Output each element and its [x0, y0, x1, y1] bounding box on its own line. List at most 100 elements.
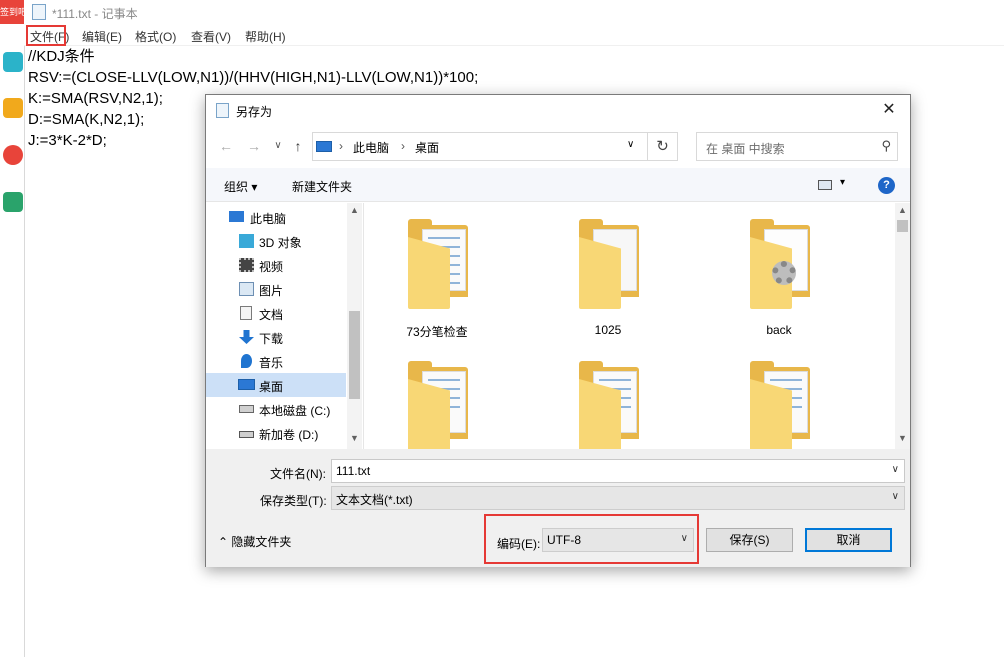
- tree-item-pictures[interactable]: 图片: [206, 277, 346, 301]
- filename-input[interactable]: 111.txt ∨: [331, 459, 905, 483]
- hide-folders-toggle[interactable]: ⌃ 隐藏文件夹: [218, 533, 291, 550]
- tree-item-desktop[interactable]: 桌面: [206, 373, 346, 397]
- save-as-dialog: 另存为 ✕ ← → ∨ ↑ › 此电脑 › 桌面 ∨ ↻ 在 桌面 中搜索 ⚲ …: [205, 94, 911, 567]
- notepad-menubar: 文件(F) 编辑(E) 格式(O) 查看(V) 帮助(H): [24, 24, 1004, 46]
- tree-item-videos[interactable]: 视频: [206, 253, 346, 277]
- help-icon[interactable]: ?: [878, 177, 895, 194]
- tree-scrollbar[interactable]: ▲ ▼: [347, 203, 362, 449]
- scroll-up-icon[interactable]: ▲: [347, 205, 362, 215]
- search-icon[interactable]: ⚲: [881, 138, 891, 154]
- tree-item-label: 下载: [259, 332, 284, 346]
- recent-dropdown-icon[interactable]: ∨: [268, 136, 288, 156]
- folder-item[interactable]: 73分笔检查: [382, 213, 492, 353]
- picture-icon: [239, 282, 254, 296]
- tree-item-label: 本地磁盘 (C:): [259, 404, 331, 418]
- view-mode-icon[interactable]: [818, 180, 832, 190]
- view-dropdown-icon[interactable]: ▾: [840, 177, 845, 188]
- folder-name: 73分笔检查: [406, 325, 468, 339]
- sign-in-badge[interactable]: 签到吧: [0, 0, 24, 24]
- desktop-icon: [238, 379, 255, 390]
- notepad-title: *111.txt - 记事本: [52, 7, 138, 21]
- mail-icon[interactable]: [3, 192, 23, 212]
- folder-icon: [750, 379, 792, 451]
- folder-icon: [408, 237, 450, 309]
- tree-item-label: 图片: [259, 284, 284, 298]
- tree-item-3d-objects[interactable]: 3D 对象: [206, 229, 346, 253]
- back-arrow-icon[interactable]: ←: [216, 136, 236, 156]
- notepad-icon: [216, 103, 229, 118]
- tree-item-label: 音乐: [259, 356, 284, 370]
- menu-help[interactable]: 帮助(H): [245, 28, 286, 45]
- chevron-down-icon[interactable]: ∨: [892, 464, 899, 475]
- forward-arrow-icon[interactable]: →: [244, 136, 264, 156]
- file-list-scrollbar[interactable]: ▲ ▼: [895, 203, 910, 449]
- filetype-select[interactable]: 文本文档(*.txt) ∨: [331, 486, 905, 510]
- address-dropdown-icon[interactable]: ∨: [627, 139, 634, 150]
- app-icon-teal[interactable]: [3, 52, 23, 72]
- chevron-down-icon[interactable]: ∨: [892, 491, 899, 502]
- tree-item-label: 桌面: [259, 380, 284, 394]
- tree-item-label: 此电脑: [250, 212, 287, 226]
- tree-item-music[interactable]: 音乐: [206, 349, 346, 373]
- editor-line: RSV:=(CLOSE-LLV(LOW,N1))/(HHV(HIGH,N1)-L…: [28, 69, 479, 86]
- close-button[interactable]: ✕: [874, 97, 904, 123]
- scroll-up-icon[interactable]: ▲: [895, 205, 910, 215]
- weibo-icon[interactable]: [3, 145, 23, 165]
- search-placeholder: 在 桌面 中搜索: [706, 142, 785, 156]
- dialog-title: 另存为: [236, 105, 273, 119]
- organize-button[interactable]: 组织 ▾: [224, 178, 257, 195]
- tree-item-label: 新加卷 (D:): [259, 428, 319, 442]
- folder-icon: [579, 379, 621, 451]
- save-button[interactable]: 保存(S): [706, 528, 793, 552]
- folder-item[interactable]: 1025: [553, 213, 663, 353]
- file-menu-highlight: [26, 25, 66, 46]
- folder-icon: [579, 237, 621, 309]
- refresh-button[interactable]: ↻: [648, 132, 678, 161]
- address-bar[interactable]: › 此电脑 › 桌面 ∨: [312, 132, 648, 161]
- up-arrow-icon[interactable]: ↑: [288, 136, 308, 156]
- scroll-down-icon[interactable]: ▼: [895, 433, 910, 443]
- folder-name: 1025: [594, 323, 622, 337]
- navigation-tree: 此电脑 3D 对象 视频 图片 文档 下载 音乐 桌面 本地磁盘 (C:) 新加…: [206, 203, 362, 449]
- pc-icon: [316, 141, 332, 152]
- scrollbar-thumb[interactable]: [897, 220, 908, 232]
- filename-label: 文件名(N):: [270, 467, 326, 481]
- scroll-down-icon[interactable]: ▼: [347, 433, 362, 443]
- tree-item-documents[interactable]: 文档: [206, 301, 346, 325]
- editor-line: //KDJ条件: [28, 48, 95, 65]
- cube-icon: [239, 234, 254, 248]
- menu-format[interactable]: 格式(O): [135, 28, 176, 45]
- video-icon: [239, 258, 254, 272]
- menu-view[interactable]: 查看(V): [191, 28, 231, 45]
- menu-edit[interactable]: 编辑(E): [82, 28, 122, 45]
- breadcrumb-separator: ›: [401, 139, 405, 153]
- tree-item-drive-d[interactable]: 新加卷 (D:): [206, 421, 346, 445]
- tree-item-label: 文档: [259, 308, 284, 322]
- drive-icon: [239, 405, 254, 413]
- search-input[interactable]: 在 桌面 中搜索 ⚲: [696, 132, 898, 161]
- tree-item-drive-c[interactable]: 本地磁盘 (C:): [206, 397, 346, 421]
- notepad-titlebar: *111.txt - 记事本: [24, 0, 1004, 24]
- dialog-titlebar: 另存为 ✕: [206, 95, 910, 126]
- encoding-highlight: [484, 514, 699, 564]
- scrollbar-thumb[interactable]: [349, 311, 360, 399]
- filetype-value: 文本文档(*.txt): [336, 493, 413, 507]
- command-toolbar: 组织 ▾ 新建文件夹 ▾ ?: [206, 168, 910, 202]
- tree-item-this-pc[interactable]: 此电脑: [206, 205, 346, 229]
- desktop-side-strip: 签到吧: [0, 0, 24, 657]
- folder-item[interactable]: back: [724, 213, 834, 353]
- notepad-icon: [32, 4, 46, 20]
- navigation-bar: ← → ∨ ↑ › 此电脑 › 桌面 ∨ ↻ 在 桌面 中搜索 ⚲: [206, 126, 910, 166]
- music-icon: [241, 354, 252, 368]
- folder-name: back: [766, 323, 792, 337]
- drive-icon: [239, 431, 254, 438]
- breadcrumb-desktop[interactable]: 桌面: [415, 139, 439, 156]
- cancel-button[interactable]: 取消: [805, 528, 892, 552]
- document-icon: [240, 306, 252, 320]
- star-icon[interactable]: [3, 98, 23, 118]
- download-icon: [239, 330, 254, 344]
- tree-item-downloads[interactable]: 下载: [206, 325, 346, 349]
- tree-item-label: 视频: [259, 260, 284, 274]
- breadcrumb-this-pc[interactable]: 此电脑: [353, 139, 389, 156]
- new-folder-button[interactable]: 新建文件夹: [292, 178, 352, 195]
